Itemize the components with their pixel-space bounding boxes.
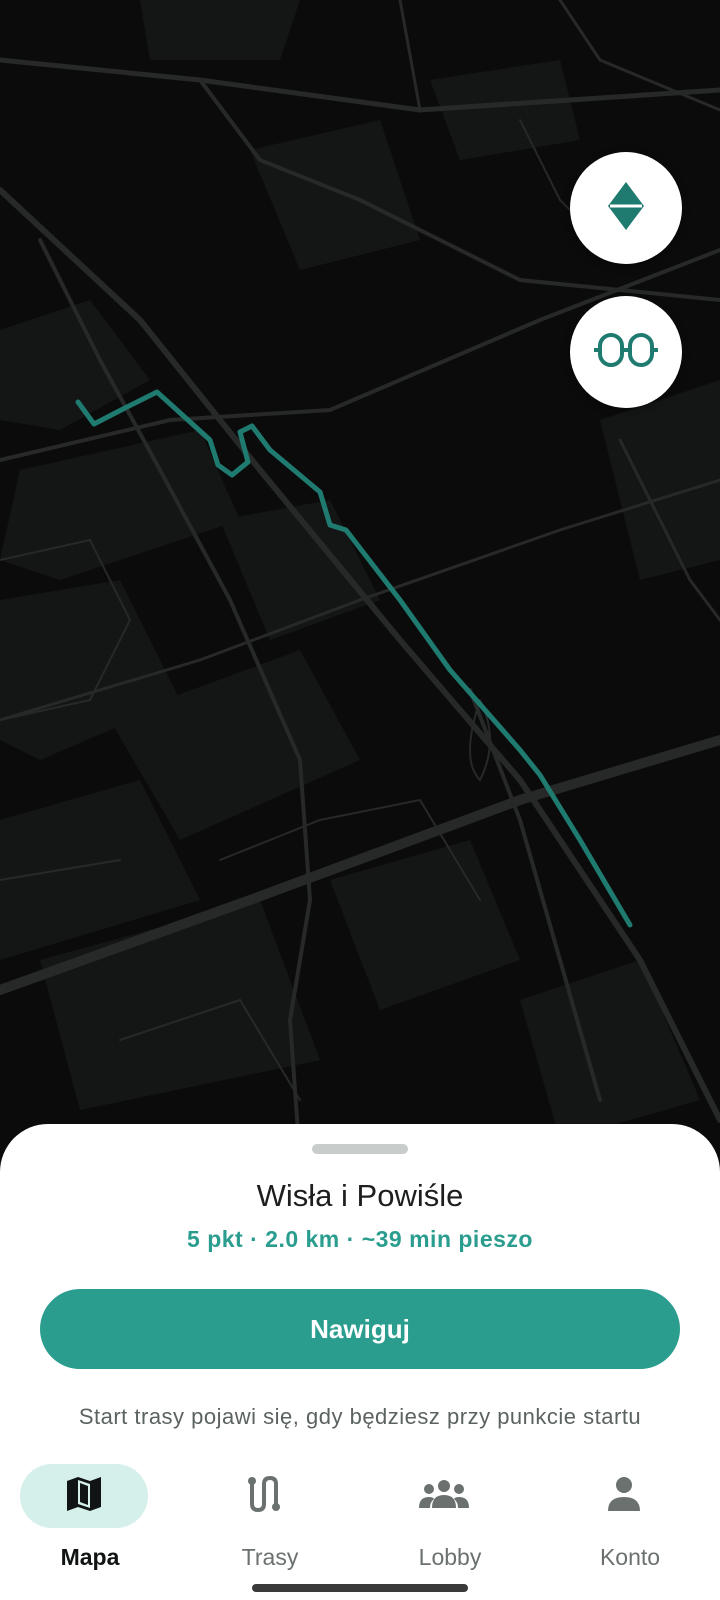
group-icon bbox=[419, 1478, 469, 1515]
nav-item-konto[interactable]: Konto bbox=[540, 1444, 720, 1570]
nav-item-lobby[interactable]: Lobby bbox=[360, 1444, 540, 1570]
person-icon bbox=[606, 1476, 642, 1517]
start-hint: Start trasy pojawi się, gdy będziesz prz… bbox=[78, 1404, 642, 1429]
nav-label-mapa: Mapa bbox=[60, 1544, 120, 1570]
map-icon bbox=[65, 1475, 103, 1518]
nav-label-konto: Konto bbox=[599, 1544, 661, 1570]
compass-icon bbox=[606, 180, 646, 237]
nav-pill-lobby bbox=[380, 1464, 508, 1528]
glasses-button[interactable] bbox=[570, 296, 682, 408]
bottom-navigation: Mapa Trasy Lobby Konto bbox=[0, 1444, 720, 1600]
route-title: Wisła i Powiśle bbox=[256, 1178, 464, 1213]
nav-pill-trasy bbox=[200, 1464, 328, 1528]
nav-item-mapa[interactable]: Mapa bbox=[0, 1444, 180, 1570]
home-indicator[interactable] bbox=[252, 1584, 468, 1592]
sheet-drag-handle[interactable] bbox=[312, 1144, 408, 1154]
nav-item-trasy[interactable]: Trasy bbox=[180, 1444, 360, 1570]
nav-label-trasy: Trasy bbox=[241, 1544, 299, 1570]
route-summary: 5 pkt · 2.0 km · ~39 min pieszo bbox=[187, 1226, 533, 1252]
nav-pill-konto bbox=[560, 1464, 688, 1528]
route-icon bbox=[244, 1474, 284, 1519]
navigate-button[interactable]: Nawiguj bbox=[40, 1289, 680, 1369]
nav-label-lobby: Lobby bbox=[418, 1544, 482, 1570]
compass-button[interactable] bbox=[570, 152, 682, 264]
glasses-icon bbox=[594, 330, 658, 375]
nav-pill-mapa bbox=[20, 1464, 148, 1528]
